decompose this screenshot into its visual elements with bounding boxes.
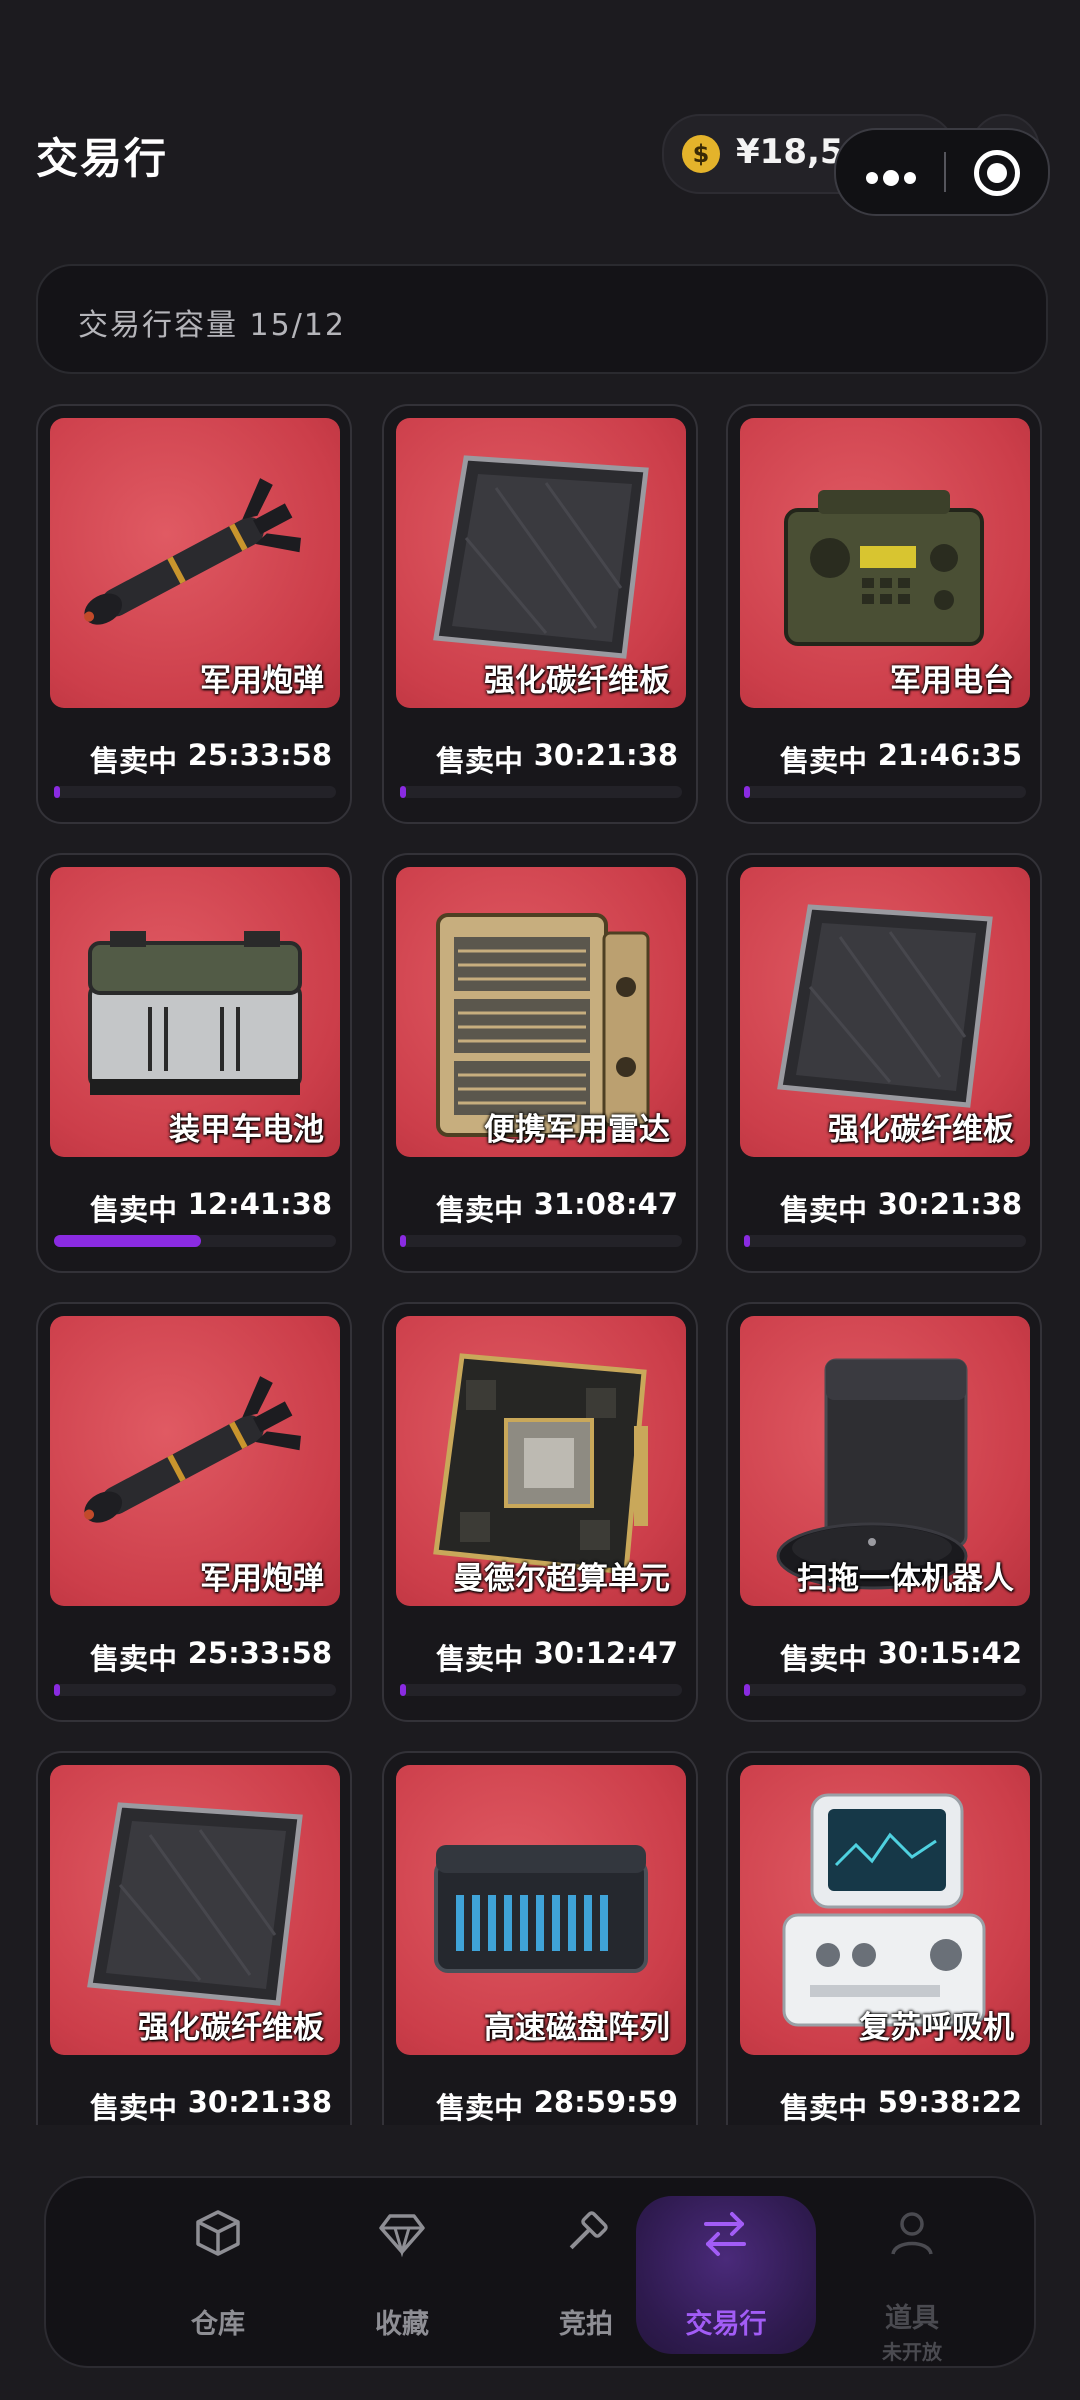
item-name: 复苏呼吸机 bbox=[859, 2010, 1014, 2046]
item-name: 装甲车电池 bbox=[169, 1112, 324, 1148]
status-label: 售卖中 bbox=[780, 744, 868, 778]
nav-warehouse[interactable]: 仓库 bbox=[126, 2178, 310, 2370]
countdown-timer: 21:46:35 bbox=[877, 738, 1022, 772]
swap-arrows-icon bbox=[704, 2212, 746, 2256]
item-thumbnail: 军用炮弹 bbox=[50, 418, 340, 708]
box-icon bbox=[196, 2210, 240, 2256]
item-thumbnail: 便携军用雷达 bbox=[396, 867, 686, 1157]
progress-fill bbox=[54, 1235, 201, 1247]
listing-grid: 军用炮弹 售卖中 25:33:58 强化碳纤维板 售卖中 30:21:38 军用… bbox=[0, 0, 1080, 2125]
countdown-timer: 12:41:38 bbox=[187, 1187, 332, 1221]
progress-track bbox=[54, 786, 336, 798]
listing-card[interactable]: 军用炮弹 售卖中 25:33:58 bbox=[36, 1302, 352, 1722]
progress-track bbox=[400, 786, 682, 798]
item-thumbnail: 强化碳纤维板 bbox=[396, 418, 686, 708]
progress-fill bbox=[744, 1684, 750, 1696]
item-name: 便携军用雷达 bbox=[484, 1112, 670, 1148]
bottom-nav: 仓库 收藏 竞拍 交易行 道具 未开放 bbox=[44, 2176, 1036, 2368]
item-name: 曼德尔超算单元 bbox=[453, 1561, 670, 1597]
item-name: 强化碳纤维板 bbox=[138, 2010, 324, 2046]
listing-card[interactable]: 军用炮弹 售卖中 25:33:58 bbox=[36, 404, 352, 824]
progress-track bbox=[54, 1235, 336, 1247]
countdown-timer: 30:21:38 bbox=[877, 1187, 1022, 1221]
status-label: 售卖中 bbox=[436, 2091, 524, 2125]
item-thumbnail: 曼德尔超算单元 bbox=[396, 1316, 686, 1606]
item-thumbnail: 军用电台 bbox=[740, 418, 1030, 708]
progress-fill bbox=[54, 1684, 60, 1696]
item-name: 军用电台 bbox=[890, 663, 1014, 699]
progress-fill bbox=[400, 786, 406, 798]
item-thumbnail: 军用炮弹 bbox=[50, 1316, 340, 1606]
nav-favorites[interactable]: 收藏 bbox=[310, 2178, 494, 2370]
countdown-timer: 59:38:22 bbox=[877, 2085, 1022, 2119]
countdown-timer: 30:12:47 bbox=[533, 1636, 678, 1670]
countdown-timer: 25:33:58 bbox=[187, 1636, 332, 1670]
item-thumbnail: 复苏呼吸机 bbox=[740, 1765, 1030, 2055]
nav-label: 交易行 bbox=[685, 2309, 767, 2340]
countdown-timer: 30:15:42 bbox=[877, 1636, 1022, 1670]
item-name: 军用炮弹 bbox=[200, 663, 324, 699]
progress-track bbox=[744, 1235, 1026, 1247]
nav-label: 收藏 bbox=[375, 2309, 429, 2340]
status-label: 售卖中 bbox=[436, 1642, 524, 1676]
status-label: 售卖中 bbox=[90, 744, 178, 778]
nav-sublabel: 未开放 bbox=[882, 2340, 942, 2364]
countdown-timer: 28:59:59 bbox=[533, 2085, 678, 2119]
countdown-timer: 25:33:58 bbox=[187, 738, 332, 772]
item-thumbnail: 强化碳纤维板 bbox=[50, 1765, 340, 2055]
item-name: 军用炮弹 bbox=[200, 1561, 324, 1597]
item-name: 高速磁盘阵列 bbox=[484, 2010, 670, 2046]
user-icon bbox=[891, 2212, 933, 2255]
listing-card[interactable]: 强化碳纤维板 售卖中 30:21:38 bbox=[726, 853, 1042, 1273]
progress-fill bbox=[400, 1235, 406, 1247]
nav-label: 道具 bbox=[885, 2303, 939, 2334]
progress-track bbox=[744, 1684, 1026, 1696]
countdown-timer: 30:21:38 bbox=[187, 2085, 332, 2119]
progress-track bbox=[400, 1235, 682, 1247]
status-label: 售卖中 bbox=[90, 1193, 178, 1227]
progress-fill bbox=[744, 1235, 750, 1247]
status-label: 售卖中 bbox=[780, 2091, 868, 2125]
progress-track bbox=[744, 786, 1026, 798]
listing-card[interactable]: 曼德尔超算单元 售卖中 30:12:47 bbox=[382, 1302, 698, 1722]
progress-fill bbox=[400, 1684, 406, 1696]
status-label: 售卖中 bbox=[436, 744, 524, 778]
countdown-timer: 31:08:47 bbox=[533, 1187, 678, 1221]
status-label: 售卖中 bbox=[780, 1193, 868, 1227]
status-label: 售卖中 bbox=[436, 1193, 524, 1227]
item-thumbnail: 高速磁盘阵列 bbox=[396, 1765, 686, 2055]
diamond-icon bbox=[379, 2214, 425, 2258]
countdown-timer: 30:21:38 bbox=[533, 738, 678, 772]
listing-card[interactable]: 复苏呼吸机 售卖中 59:38:22 bbox=[726, 1751, 1042, 2125]
status-label: 售卖中 bbox=[90, 2091, 178, 2125]
progress-track bbox=[54, 1684, 336, 1696]
item-thumbnail: 扫拖一体机器人 bbox=[740, 1316, 1030, 1606]
nav-label: 仓库 bbox=[191, 2309, 245, 2340]
progress-fill bbox=[744, 786, 750, 798]
item-thumbnail: 强化碳纤维板 bbox=[740, 867, 1030, 1157]
gavel-icon bbox=[569, 2211, 608, 2250]
progress-fill bbox=[54, 786, 60, 798]
item-thumbnail: 装甲车电池 bbox=[50, 867, 340, 1157]
listing-card[interactable]: 强化碳纤维板 售卖中 30:21:38 bbox=[36, 1751, 352, 2125]
item-name: 强化碳纤维板 bbox=[484, 663, 670, 699]
listing-card[interactable]: 强化碳纤维板 售卖中 30:21:38 bbox=[382, 404, 698, 824]
listing-card[interactable]: 扫拖一体机器人 售卖中 30:15:42 bbox=[726, 1302, 1042, 1722]
listing-card[interactable]: 军用电台 售卖中 21:46:35 bbox=[726, 404, 1042, 824]
progress-track bbox=[400, 1684, 682, 1696]
status-label: 售卖中 bbox=[90, 1642, 178, 1676]
listing-card[interactable]: 高速磁盘阵列 售卖中 28:59:59 bbox=[382, 1751, 698, 2125]
item-name: 强化碳纤维板 bbox=[828, 1112, 1014, 1148]
listing-card[interactable]: 便携军用雷达 售卖中 31:08:47 bbox=[382, 853, 698, 1273]
item-name: 扫拖一体机器人 bbox=[797, 1561, 1014, 1597]
nav-props: 道具 未开放 bbox=[820, 2178, 1004, 2370]
listing-card[interactable]: 装甲车电池 售卖中 12:41:38 bbox=[36, 853, 352, 1273]
nav-trade[interactable]: 交易行 bbox=[636, 2178, 820, 2370]
status-label: 售卖中 bbox=[780, 1642, 868, 1676]
